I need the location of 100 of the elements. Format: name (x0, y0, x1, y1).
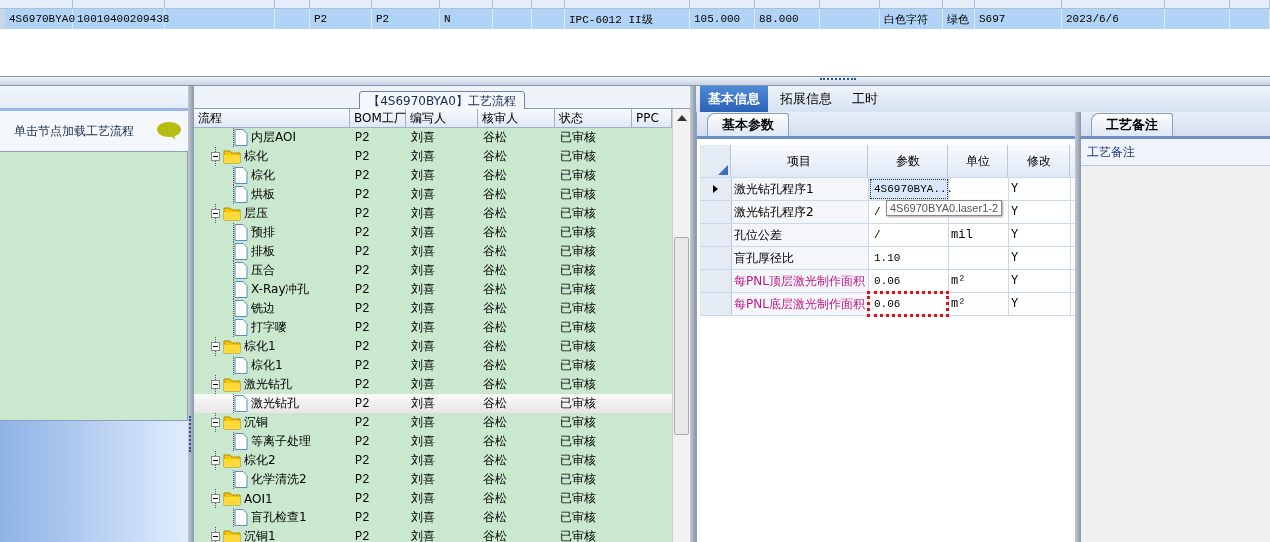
table-row[interactable]: 盲孔厚径比 1.10 Y (700, 247, 1075, 270)
folder-icon (223, 529, 241, 542)
table-cell: 谷松 (483, 243, 507, 260)
collapse-icon[interactable] (211, 456, 220, 465)
column-header[interactable]: 编写人 (406, 109, 478, 127)
table-cell: 谷松 (483, 319, 507, 336)
table-cell: 4S6970BYA0 (9, 13, 75, 25)
tab[interactable]: 拓展信息 (772, 86, 840, 112)
table-cell: 已审核 (560, 509, 596, 526)
tree-row[interactable]: 棕化1 P2 刘喜 谷松 已审核 (194, 337, 672, 356)
tree-row[interactable]: 排板 P2 刘喜 谷松 已审核 (194, 242, 672, 261)
tree-item-label: 激光钻孔 (251, 395, 299, 412)
tree-row[interactable]: 沉铜1 P2 刘喜 谷松 已审核 (194, 527, 672, 542)
collapse-icon[interactable] (211, 209, 220, 218)
table-cell: mil (951, 228, 973, 242)
table-cell: 已审核 (560, 414, 596, 431)
table-row[interactable]: 4S6970BYA0 10010400209438 P2 P2 N IPC-6012 II级 105.000 88.000 白色字符 绿色 S697 2023/6/6 (0, 9, 1270, 29)
tree-row[interactable]: 打字嘜 P2 刘喜 谷松 已审核 (194, 318, 672, 337)
tree-row[interactable]: 预排 P2 刘喜 谷松 已审核 (194, 223, 672, 242)
collapse-icon[interactable] (211, 342, 220, 351)
tree-row[interactable]: 化学清洗2 P2 刘喜 谷松 已审核 (194, 470, 672, 489)
scrollbar[interactable] (672, 109, 690, 542)
tree-item-label: 棕化 (251, 167, 275, 184)
table-cell: 刘喜 (411, 148, 435, 165)
column-header[interactable]: 流程 (194, 109, 350, 127)
table-cell: 刘喜 (411, 129, 435, 146)
table-cell: S697 (979, 13, 1006, 25)
table-cell: 谷松 (483, 490, 507, 507)
tree-row[interactable]: 内层AOI P2 刘喜 谷松 已审核 (194, 128, 672, 147)
document-icon (234, 262, 248, 279)
table-cell: 已审核 (560, 528, 596, 542)
table-cell: P2 (355, 263, 370, 278)
tree-row[interactable]: 棕化2 P2 刘喜 谷松 已审核 (194, 451, 672, 470)
tree-row[interactable]: 沉铜 P2 刘喜 谷松 已审核 (194, 413, 672, 432)
table-cell: 谷松 (483, 205, 507, 222)
tree-item-label: AOI1 (244, 491, 273, 506)
scroll-up-icon[interactable] (676, 115, 687, 121)
table-cell: 已审核 (560, 338, 596, 355)
tree-row[interactable]: 压合 P2 刘喜 谷松 已审核 (194, 261, 672, 280)
collapse-icon[interactable] (211, 494, 220, 503)
table-cell: 谷松 (483, 433, 507, 450)
tree-item-label: 棕化2 (244, 452, 276, 469)
hint-panel[interactable]: 单击节点加载工艺流程 (0, 111, 188, 152)
column-header[interactable]: 状态 (555, 109, 632, 127)
table-cell: P2 (355, 244, 370, 259)
table-cell: Y (1011, 228, 1019, 242)
table-cell: 2023/6/6 (1066, 13, 1119, 25)
column-header[interactable]: 核审人 (478, 109, 555, 127)
tab[interactable]: 基本信息 (700, 86, 768, 112)
collapse-icon[interactable] (211, 532, 220, 541)
scroll-thumb[interactable] (674, 237, 689, 435)
table-cell: P2 (355, 187, 370, 202)
tree-item-label: 压合 (251, 262, 275, 279)
table-cell: 刘喜 (411, 471, 435, 488)
tree-row[interactable]: 烘板 P2 刘喜 谷松 已审核 (194, 185, 672, 204)
table-cell: P2 (355, 415, 370, 430)
tree-row[interactable]: 棕化 P2 刘喜 谷松 已审核 (194, 147, 672, 166)
tree-row[interactable]: 铣边 P2 刘喜 谷松 已审核 (194, 299, 672, 318)
table-cell: 激光钻孔程序2 (734, 203, 814, 221)
tree-row[interactable]: X-Ray冲孔 P2 刘喜 谷松 已审核 (194, 280, 672, 299)
tab[interactable]: 基本参数 (707, 113, 789, 136)
tree-row[interactable]: 等离子处理 P2 刘喜 谷松 已审核 (194, 432, 672, 451)
folder-icon (223, 149, 241, 164)
table-cell: 谷松 (483, 186, 507, 203)
table-cell: P2 (355, 282, 370, 297)
table-cell: 0.06 (874, 275, 901, 287)
tree-item-label: 等离子处理 (251, 433, 311, 450)
table-cell: 105.000 (694, 13, 741, 25)
tree-row[interactable]: AOI1 P2 刘喜 谷松 已审核 (194, 489, 672, 508)
table-cell: 谷松 (483, 129, 507, 146)
column-header[interactable]: 项目 (731, 145, 868, 177)
table-row[interactable]: 每PNL底层激光制作面积 0.06 m² Y (700, 293, 1075, 316)
tab[interactable]: 工艺备注 (1091, 113, 1173, 136)
table-cell: 已审核 (560, 395, 596, 412)
document-icon (234, 186, 248, 203)
table-row[interactable]: 每PNL顶层激光制作面积 0.06 m² Y (700, 270, 1075, 293)
tree-row[interactable]: 棕化1 P2 刘喜 谷松 已审核 (194, 356, 672, 375)
tree-row[interactable]: 层压 P2 刘喜 谷松 已审核 (194, 204, 672, 223)
column-header[interactable]: 单位 (948, 145, 1008, 177)
collapse-icon[interactable] (211, 152, 220, 161)
column-header[interactable]: BOM工厂 (350, 109, 406, 127)
table-cell: Y (1011, 297, 1019, 311)
table-row[interactable]: 孔位公差 / mil Y (700, 224, 1075, 247)
collapse-icon[interactable] (211, 380, 220, 389)
table-cell-text: 绿色 (947, 12, 969, 27)
table-cell: 每PNL底层激光制作面积 (734, 295, 865, 313)
notes-field[interactable] (1081, 166, 1270, 542)
column-header[interactable]: 修改 (1008, 145, 1070, 177)
table-cell: 已审核 (560, 148, 596, 165)
table-cell: P2 (355, 529, 370, 542)
column-header[interactable]: 参数 (868, 145, 948, 177)
table-cell: 刘喜 (411, 167, 435, 184)
collapse-icon[interactable] (211, 418, 220, 427)
tree-row[interactable]: 盲孔检查1 P2 刘喜 谷松 已审核 (194, 508, 672, 527)
splitter-grip-icon[interactable] (820, 78, 856, 83)
table-row[interactable]: 激光钻孔程序1 4S6970BYA... Y (700, 178, 1075, 201)
table-cell: 已审核 (560, 452, 596, 469)
tree-row[interactable]: 棕化 P2 刘喜 谷松 已审核 (194, 166, 672, 185)
tab[interactable]: 工时 (844, 86, 886, 112)
tree-row[interactable]: 激光钻孔 P2 刘喜 谷松 已审核 (194, 394, 672, 413)
